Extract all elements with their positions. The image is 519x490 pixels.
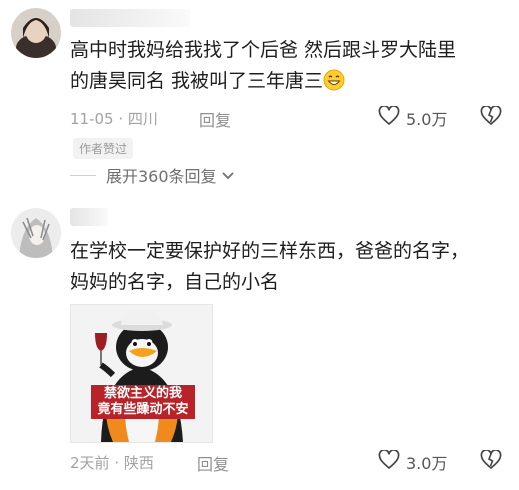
expand-replies-label: 展开360条回复 <box>106 167 217 186</box>
comment-2-date: 2天前 <box>70 454 110 472</box>
comment-2-dislike-button[interactable] <box>480 449 502 474</box>
comment-1-reply-button[interactable]: 回复 <box>199 107 231 131</box>
comment-2-text-line-2: 妈妈的名字，自己的小名 <box>70 271 280 293</box>
sticker-caption-line-1: 禁欲主义的我 <box>103 386 182 401</box>
sticker-caption: 禁欲主义的我 竟有些躁动不安 <box>91 385 195 419</box>
author-liked-badge: 作者赞过 <box>73 138 134 159</box>
sticker-image[interactable]: 禁欲主义的我 竟有些躁动不安 <box>70 304 213 443</box>
comment-1-text-line-1: 高中时我妈给我找了个后爸 然后跟斗罗大陆里 <box>70 39 457 61</box>
meta-separator: · <box>118 110 128 128</box>
comment-2-text-line-1: 在学校一定要保护好的三样东西，爸爸的名字， <box>70 240 470 262</box>
broken-heart-icon <box>480 105 502 130</box>
comment-2-like-button[interactable]: 3.0万 <box>378 449 448 474</box>
username-comment-2[interactable] <box>70 208 108 226</box>
heart-outline-icon <box>378 105 400 130</box>
sticker-caption-line-2: 竟有些躁动不安 <box>97 402 189 417</box>
comment-2-reply-button[interactable]: 回复 <box>197 451 229 475</box>
heart-outline-icon <box>378 449 400 474</box>
comment-1-date: 11-05 <box>70 110 114 128</box>
expand-replies-button[interactable]: 展开360条回复 <box>70 163 235 187</box>
comment-2-location: 陕西 <box>123 454 154 472</box>
grinning-face-emoji-icon <box>323 69 345 101</box>
avatar-comment-2[interactable] <box>11 208 61 258</box>
penguin-sticker-illustration <box>71 305 212 442</box>
comment-1-like-button[interactable]: 5.0万 <box>378 105 448 130</box>
comment-1-text-line-2-body: 的唐昊同名 我被叫了三年唐三 <box>70 70 324 92</box>
comment-1-dislike-button[interactable] <box>480 105 502 130</box>
username-comment-1[interactable] <box>70 9 190 27</box>
comment-1-location: 四川 <box>127 110 158 128</box>
broken-heart-icon <box>480 449 502 474</box>
meta-separator: · <box>114 454 124 472</box>
comment-2-meta: 2天前 · 陕西 <box>70 452 154 473</box>
avatar-comment-1[interactable] <box>11 8 61 58</box>
chevron-down-icon <box>221 166 235 185</box>
expand-divider-line <box>70 174 96 176</box>
comment-2-like-count: 3.0万 <box>406 454 448 473</box>
comment-1-like-count: 5.0万 <box>406 110 448 129</box>
comment-1-meta: 11-05 · 四川 <box>70 108 158 129</box>
comment-1-text-line-2: 的唐昊同名 我被叫了三年唐三 <box>70 66 345 101</box>
